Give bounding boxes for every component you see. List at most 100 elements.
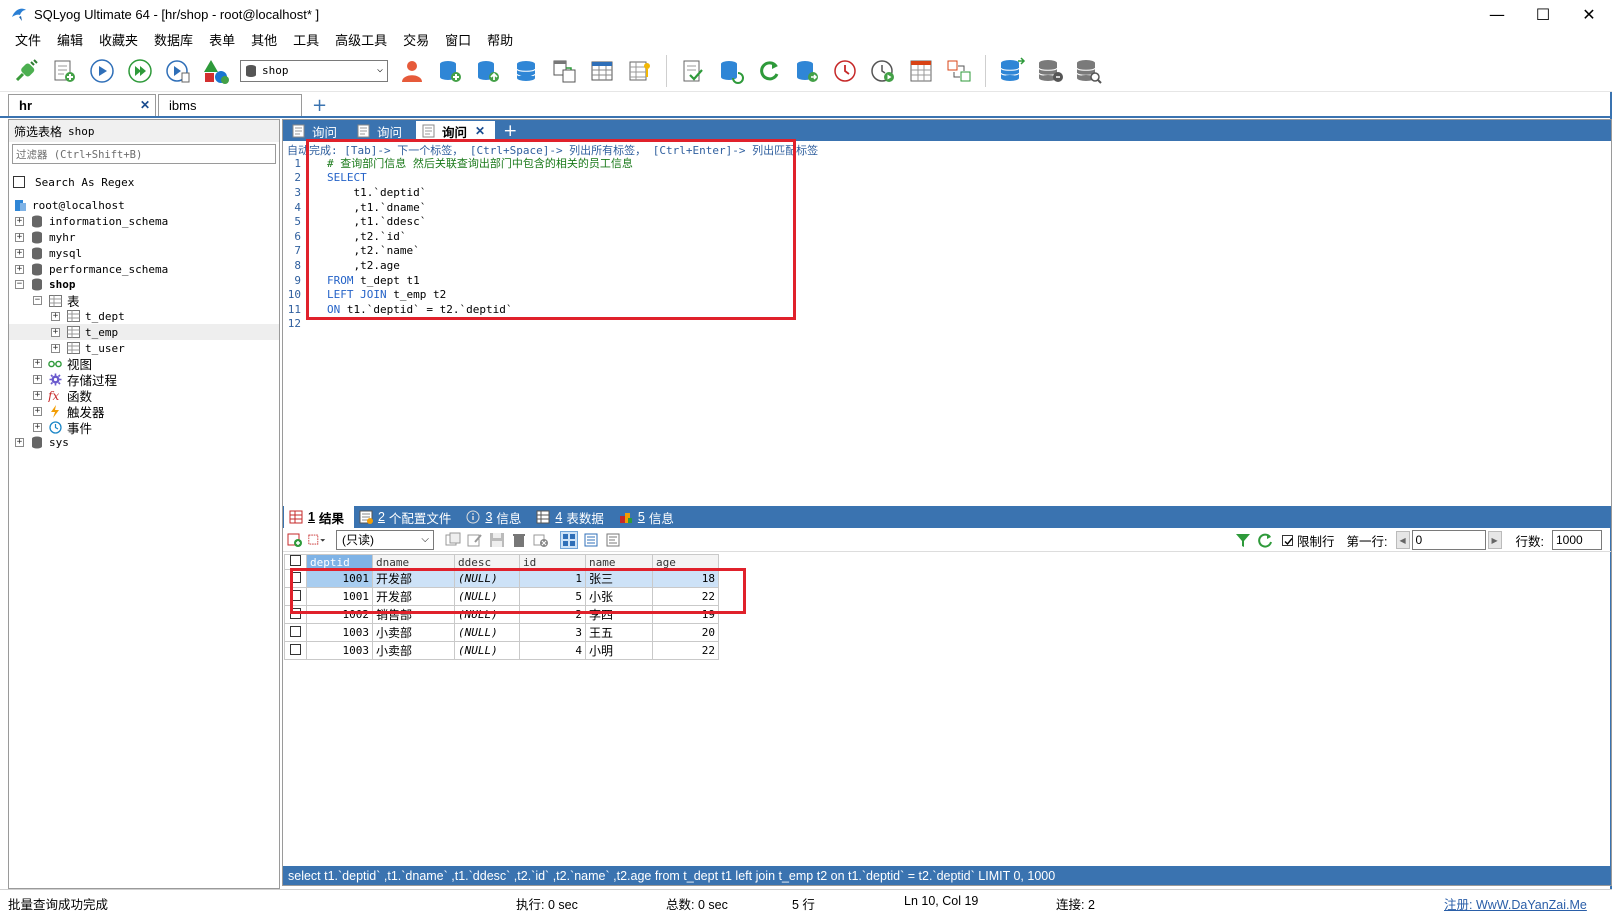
form-view-button[interactable] — [582, 531, 600, 549]
visual-compare-button[interactable] — [905, 55, 937, 87]
menu-favorites[interactable]: 收藏夹 — [92, 30, 147, 49]
execute-edit-button[interactable] — [162, 55, 194, 87]
menu-window[interactable]: 窗口 — [438, 30, 480, 49]
limit-rows-checkbox[interactable] — [1282, 534, 1294, 546]
tree-folder-tables[interactable]: − 表 — [9, 293, 279, 309]
connection-tab-hr[interactable]: hr ✕ — [8, 94, 156, 116]
expand-icon[interactable]: + — [15, 264, 24, 274]
data-migration-button[interactable] — [1072, 55, 1104, 87]
text-view-button[interactable] — [604, 531, 622, 549]
scheduled-run-button[interactable] — [867, 55, 899, 87]
cell-ddesc[interactable]: (NULL) — [454, 605, 520, 624]
cell-name[interactable]: 张三 — [585, 569, 653, 588]
collapse-icon[interactable]: − — [33, 296, 42, 306]
cell-dname[interactable]: 小卖部 — [372, 641, 455, 660]
row-checkbox[interactable] — [284, 623, 307, 642]
column-header[interactable]: id — [519, 554, 586, 570]
cell-age[interactable]: 19 — [652, 605, 719, 624]
close-icon[interactable]: ✕ — [140, 98, 150, 112]
result-tab-messages[interactable]: 3 信息 — [461, 506, 531, 528]
cell-id[interactable]: 1 — [519, 569, 586, 588]
tree-table-t-emp[interactable]: + t_emp — [9, 324, 279, 341]
schema-sync-button[interactable] — [943, 55, 975, 87]
cell-deptid[interactable]: 1001 — [306, 587, 373, 606]
expand-icon[interactable]: + — [51, 311, 60, 321]
filter-button[interactable] — [1234, 531, 1252, 549]
grid-edit-button[interactable] — [466, 531, 484, 549]
menu-others[interactable]: 其他 — [244, 30, 286, 49]
first-row-input[interactable]: 0 — [1411, 530, 1486, 550]
tree-db-performance-schema[interactable]: + performance_schema — [9, 261, 279, 277]
tree-table-t-dept[interactable]: + t_dept — [9, 309, 279, 325]
expand-icon[interactable]: + — [33, 406, 42, 416]
execute-all-button[interactable] — [124, 55, 156, 87]
row-count-input[interactable]: 1000 — [1552, 530, 1602, 550]
data-compare-button[interactable] — [1034, 55, 1066, 87]
schema-designer-button[interactable] — [548, 55, 580, 87]
expand-icon[interactable]: + — [51, 327, 60, 337]
delete-row-button[interactable] — [510, 531, 528, 549]
cell-dname[interactable]: 开发部 — [372, 569, 455, 588]
table-row[interactable]: 1001 开发部 (NULL) 5 小张 22 — [284, 587, 719, 606]
cell-deptid[interactable]: 1003 — [306, 641, 373, 660]
expand-icon[interactable]: + — [33, 375, 42, 385]
table-row[interactable]: 1002 销售部 (NULL) 2 李四 19 — [284, 605, 719, 624]
refresh-database-button[interactable] — [715, 55, 747, 87]
cell-ddesc[interactable]: (NULL) — [454, 587, 520, 606]
cell-name[interactable]: 王五 — [585, 623, 653, 642]
cell-ddesc[interactable]: (NULL) — [454, 641, 520, 660]
tree-folder-views[interactable]: + 视图 — [9, 356, 279, 372]
expand-icon[interactable]: + — [15, 217, 24, 227]
row-checkbox[interactable] — [284, 641, 307, 660]
tree-db-information-schema[interactable]: + information_schema — [9, 214, 279, 230]
column-header[interactable]: deptid — [306, 554, 373, 570]
row-checkbox[interactable] — [284, 587, 307, 606]
grid-action-button[interactable] — [444, 531, 462, 549]
result-grid[interactable]: deptid dname ddesc id name age 1001 开发部 … — [284, 554, 719, 660]
regex-checkbox[interactable] — [13, 176, 25, 188]
table-row[interactable]: 1001 开发部 (NULL) 1 张三 18 — [284, 569, 719, 588]
row-checkbox[interactable] — [284, 605, 307, 624]
result-tab-info[interactable]: 5 信息 — [614, 506, 684, 528]
table-row[interactable]: 1003 小卖部 (NULL) 3 王五 20 — [284, 623, 719, 642]
cell-dname[interactable]: 小卖部 — [372, 623, 455, 642]
result-mode-select[interactable]: (只读) ⌵ — [336, 529, 434, 550]
add-row-button[interactable] — [286, 531, 304, 549]
cancel-changes-button[interactable] — [532, 531, 550, 549]
tree-root-connection[interactable]: root@localhost — [9, 198, 279, 214]
next-page-button[interactable]: ▶ — [1487, 531, 1502, 549]
cell-ddesc[interactable]: (NULL) — [454, 623, 520, 642]
filter-input[interactable]: 过滤器 (Ctrl+Shift+B) — [12, 144, 276, 164]
sql-editor[interactable]: 自动完成: [Tab]-> 下一个标签， [Ctrl+Space]-> 列出所有… — [282, 141, 1612, 506]
create-database-button[interactable] — [434, 55, 466, 87]
user-manager-button[interactable] — [396, 55, 428, 87]
tree-db-shop[interactable]: − shop — [9, 277, 279, 293]
export-menu-button[interactable] — [308, 531, 326, 549]
query-tab-3[interactable]: 询问 ✕ — [416, 121, 496, 141]
menu-help[interactable]: 帮助 — [480, 30, 522, 49]
menu-database[interactable]: 数据库 — [147, 30, 202, 49]
execute-query-button[interactable] — [86, 55, 118, 87]
grid-view-button[interactable] — [560, 530, 578, 549]
expand-icon[interactable]: + — [15, 232, 24, 242]
expand-icon[interactable]: + — [15, 248, 24, 258]
tree-folder-functions[interactable]: + fx 函数 — [9, 388, 279, 404]
result-tab-results[interactable]: 1 结果 — [284, 506, 354, 528]
cell-id[interactable]: 3 — [519, 623, 586, 642]
expand-icon[interactable]: + — [33, 422, 42, 432]
column-header[interactable]: ddesc — [454, 554, 520, 570]
cell-dname[interactable]: 销售部 — [372, 605, 455, 624]
import-button[interactable] — [677, 55, 709, 87]
scheduled-job-button[interactable] — [829, 55, 861, 87]
tree-folder-triggers[interactable]: + 触发器 — [9, 403, 279, 420]
column-header[interactable]: age — [652, 554, 719, 570]
add-connection-tab-button[interactable]: + — [312, 96, 327, 116]
register-link[interactable]: 注册: WwW.DaYanZai.Me — [1444, 894, 1587, 913]
tree-table-t-user[interactable]: + t_user — [9, 340, 279, 356]
cell-name[interactable]: 小张 — [585, 587, 653, 606]
menu-transaction[interactable]: 交易 — [396, 30, 438, 49]
cell-age[interactable]: 18 — [652, 569, 719, 588]
cell-id[interactable]: 4 — [519, 641, 586, 660]
save-button[interactable] — [488, 531, 506, 549]
new-connection-button[interactable] — [10, 55, 42, 87]
